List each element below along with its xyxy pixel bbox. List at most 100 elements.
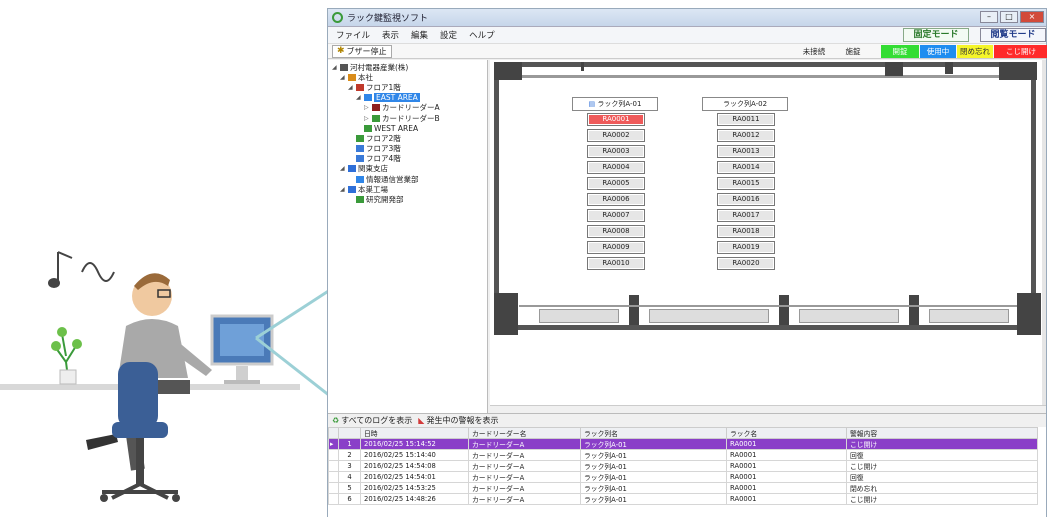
tree-node[interactable]: ▷ カードリーダーA — [328, 103, 487, 113]
tree-expander-icon[interactable]: ◢ — [348, 84, 355, 91]
table-row[interactable]: 2 2016/02/25 15:14:40 カードリーダーA ラック列A-01 RA00… — [328, 449, 1038, 461]
tree-node-label: カードリーダーB — [382, 113, 440, 123]
window-panel — [539, 309, 619, 323]
legend-forgot-close: 閉め忘れ — [957, 45, 993, 58]
menu-settings[interactable]: 設定 — [440, 29, 457, 41]
tree-node[interactable]: フロア3階 — [328, 144, 487, 154]
fixed-mode-button[interactable]: 固定モード — [903, 28, 969, 42]
tree-node[interactable]: フロア4階 — [328, 154, 487, 164]
tree-node[interactable]: ◢ EAST AREA — [328, 93, 487, 103]
view-mode-button[interactable]: 閲覧モード — [980, 28, 1046, 42]
rack-slot[interactable]: RA0006 — [587, 193, 645, 206]
menu-edit[interactable]: 編集 — [411, 29, 428, 41]
col-event[interactable]: 警報内容 — [846, 427, 1038, 439]
rack-slot[interactable]: RA0015 — [717, 177, 775, 190]
rack-slot[interactable]: RA0012 — [717, 129, 775, 142]
cell-reader: カードリーダーA — [468, 449, 581, 461]
rack-row-header[interactable]: ラック列A-02 — [702, 97, 788, 111]
wall-segment — [519, 75, 1019, 78]
tree-node[interactable]: ◢ 本巣工場 — [328, 184, 487, 194]
cell-row: ラック列A-01 — [580, 482, 727, 494]
rack-slot[interactable]: RA0003 — [587, 145, 645, 158]
col-time[interactable]: 日時 — [360, 427, 469, 439]
menu-help[interactable]: ヘルプ — [469, 29, 495, 41]
col-row[interactable]: ラック列名 — [580, 427, 727, 439]
cell-no: 4 — [338, 471, 361, 483]
rack-slot[interactable]: RA0008 — [587, 225, 645, 238]
tree-node[interactable]: ◢ 本社 — [328, 72, 487, 82]
tab-all-logs[interactable]: ♻ すべてのログを表示 — [332, 415, 412, 426]
rack-row-name: ラック列A-01 — [597, 100, 642, 108]
tree-node[interactable]: ▷ カードリーダーB — [328, 113, 487, 123]
close-button[interactable]: × — [1020, 11, 1044, 23]
cell-no: 5 — [338, 482, 361, 494]
table-row[interactable]: 3 2016/02/25 14:54:08 カードリーダーA ラック列A-01 RA00… — [328, 460, 1038, 472]
table-row[interactable]: 4 2016/02/25 14:54:01 カードリーダーA ラック列A-01 RA00… — [328, 471, 1038, 483]
tree-expander-icon[interactable]: ◢ — [340, 186, 347, 193]
rack-slot[interactable]: RA0009 — [587, 241, 645, 254]
tree-expander-icon[interactable]: ◢ — [340, 165, 347, 172]
vertical-scrollbar[interactable] — [1042, 60, 1046, 405]
title-bar: ラック鍵監視ソフト – □ × — [328, 9, 1046, 27]
cell-event: こじ開け — [846, 460, 1038, 472]
rack-slot[interactable]: RA0017 — [717, 209, 775, 222]
tree-node[interactable]: ◢ フロア1階 — [328, 82, 487, 92]
office-icon — [348, 73, 356, 81]
cell-reader: カードリーダーA — [468, 471, 581, 483]
area-icon — [364, 94, 372, 102]
legend-unconnected: 未接続 — [802, 47, 826, 56]
rack-slot[interactable]: RA0011 — [717, 113, 775, 126]
tree-node[interactable]: 研究開発部 — [328, 194, 487, 204]
wall-segment — [494, 62, 522, 80]
rack-slot[interactable]: RA0007 — [587, 209, 645, 222]
tree-node[interactable]: フロア2階 — [328, 133, 487, 143]
menu-view[interactable]: 表示 — [382, 29, 399, 41]
tree-expander-icon[interactable]: ◢ — [356, 94, 363, 101]
wall-segment — [885, 62, 903, 76]
tab-active-alarms[interactable]: ◣ 発生中の警報を表示 — [418, 415, 498, 426]
rack-slot[interactable]: RA0004 — [587, 161, 645, 174]
cell-rack: RA0001 — [726, 471, 847, 483]
cell-time: 2016/02/25 14:53:25 — [360, 482, 469, 494]
table-row[interactable]: 5 2016/02/25 14:53:25 カードリーダーA ラック列A-01 RA00… — [328, 482, 1038, 494]
col-reader[interactable]: カードリーダー名 — [468, 427, 581, 439]
tree-expander-icon[interactable]: ◢ — [332, 64, 339, 71]
buzzer-stop-button[interactable]: ✱ ブザー停止 — [332, 44, 392, 58]
plant-icon — [51, 327, 82, 385]
rack-slot[interactable]: RA0020 — [717, 257, 775, 270]
menu-file[interactable]: ファイル — [336, 29, 370, 41]
tree-node[interactable]: WEST AREA — [328, 123, 487, 133]
rack-slot[interactable]: RA0014 — [717, 161, 775, 174]
maximize-button[interactable]: □ — [1000, 11, 1018, 23]
cell-event: こじ開け — [846, 438, 1038, 450]
rack-slot[interactable]: RA0018 — [717, 225, 775, 238]
tree-expander-icon[interactable]: ▷ — [364, 115, 371, 122]
minimize-button[interactable]: – — [980, 11, 998, 23]
music-note-icon — [48, 251, 115, 288]
department-icon — [356, 196, 364, 204]
tree-node[interactable]: ◢ 河村電器産業(株) — [328, 62, 487, 72]
illustration-person-at-computer — [0, 251, 330, 502]
horizontal-scrollbar[interactable] — [490, 405, 1046, 413]
table-row[interactable]: 6 2016/02/25 14:48:26 カードリーダーA ラック列A-01 RA00… — [328, 493, 1038, 505]
row-pointer-icon — [328, 471, 339, 483]
rack-row-name: ラック列A-02 — [722, 100, 768, 108]
rack-slot[interactable]: RA0005 — [587, 177, 645, 190]
cell-reader: カードリーダーA — [468, 438, 581, 450]
wall-segment — [909, 295, 919, 325]
rack-slot[interactable]: RA0002 — [587, 129, 645, 142]
col-no — [338, 427, 361, 439]
tree-node[interactable]: 情報通信営業部 — [328, 174, 487, 184]
rack-slot[interactable]: RA0001 — [587, 113, 645, 126]
col-rack[interactable]: ラック名 — [726, 427, 847, 439]
tree-node[interactable]: ◢ 関東支店 — [328, 164, 487, 174]
rack-slot[interactable]: RA0013 — [717, 145, 775, 158]
tree-expander-icon[interactable]: ◢ — [340, 74, 347, 81]
tree-expander-icon[interactable]: ▷ — [364, 104, 371, 111]
rack-slot[interactable]: RA0019 — [717, 241, 775, 254]
rack-slot[interactable]: RA0016 — [717, 193, 775, 206]
branch-icon — [348, 165, 356, 173]
table-row[interactable]: ▸ 1 2016/02/25 15:14:52 カードリーダーA ラック列A-01 RA0… — [328, 438, 1038, 450]
rack-row-header[interactable]: ▤ ラック列A-01 — [572, 97, 658, 111]
rack-slot[interactable]: RA0010 — [587, 257, 645, 270]
